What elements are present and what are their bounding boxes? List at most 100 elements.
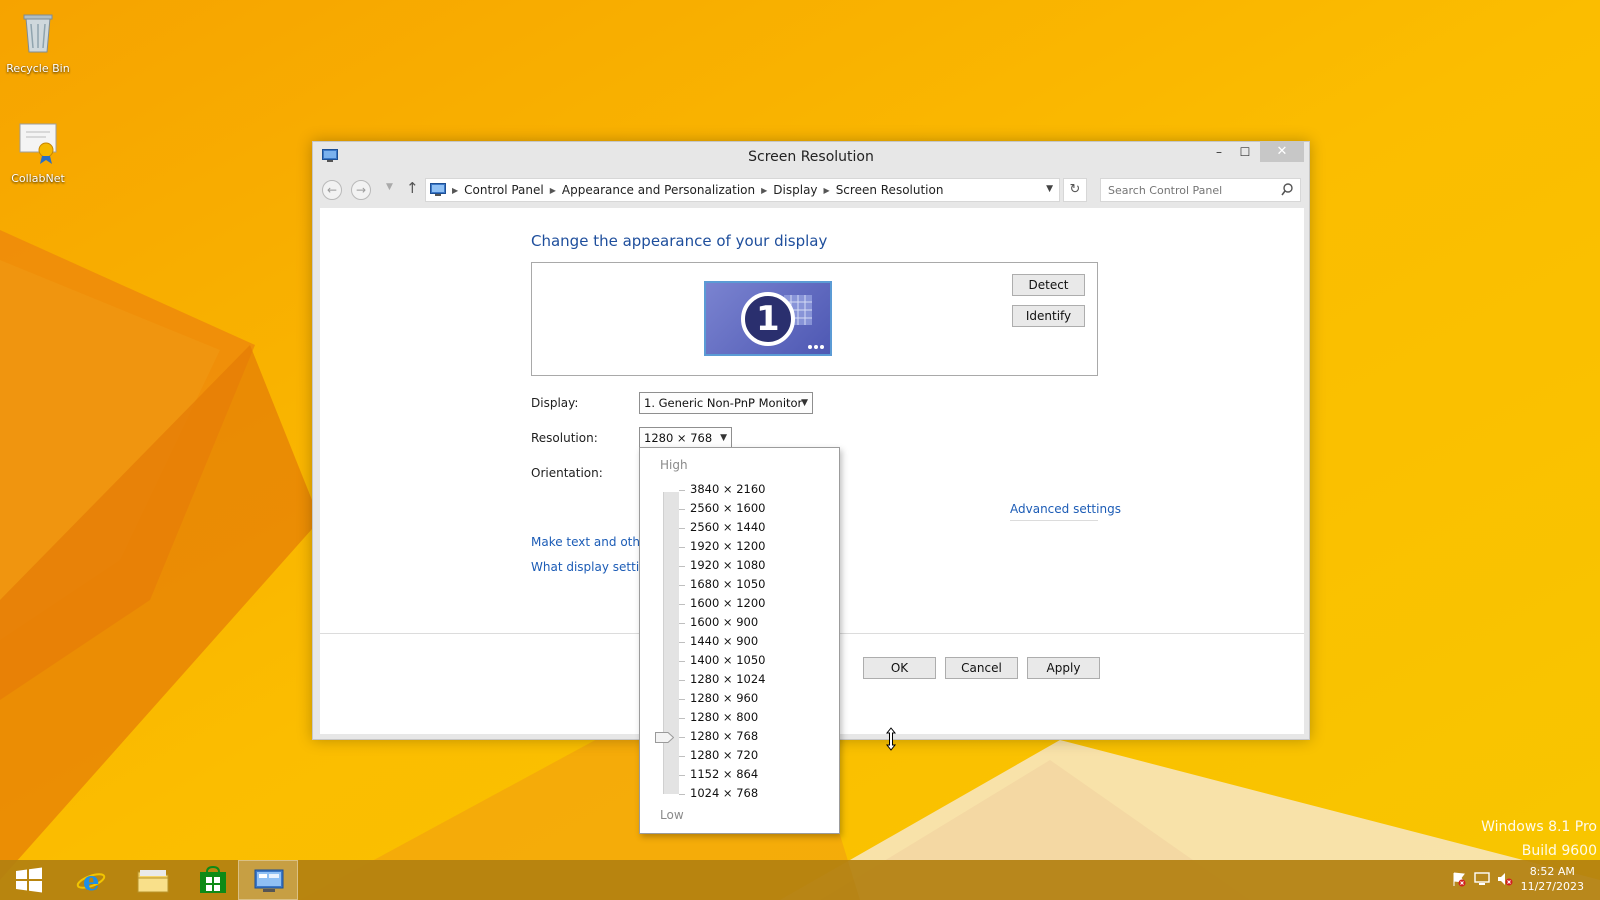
page-heading: Change the appearance of your display (531, 232, 828, 250)
recent-pages-button[interactable]: ▼ (386, 182, 393, 192)
taskbar-clock[interactable]: 8:52 AM 11/27/2023 (1521, 864, 1584, 894)
breadcrumb-screen-resolution[interactable]: Screen Resolution (836, 183, 944, 197)
refresh-button[interactable]: ↻ (1063, 178, 1087, 202)
recycle-bin-icon (23, 14, 53, 53)
breadcrumb-separator-icon[interactable]: ▶ (550, 186, 556, 195)
refresh-icon: ↻ (1069, 182, 1081, 197)
slider-tick (679, 718, 685, 719)
resolution-option[interactable]: 2560 × 1440 (690, 520, 765, 534)
certificate-icon (19, 123, 57, 164)
text-size-link[interactable]: Make text and other (531, 535, 652, 549)
breadcrumb-separator-icon: ▶ (452, 185, 459, 195)
internet-explorer-icon: e (76, 867, 106, 894)
resolution-option[interactable]: 2560 × 1600 (690, 501, 765, 515)
minimize-button[interactable]: – (1206, 142, 1232, 162)
watermark-edition: Windows 8.1 Pro (1481, 819, 1597, 835)
resolution-option[interactable]: 3840 × 2160 (690, 482, 765, 496)
maximize-button[interactable]: ☐ (1232, 142, 1258, 162)
resolution-select-value: 1280 × 768 (644, 431, 713, 445)
dropdown-high-label: High (660, 458, 688, 472)
breadcrumb-separator-icon[interactable]: ▶ (824, 186, 830, 195)
divider (1010, 520, 1098, 521)
resolution-option[interactable]: 1280 × 1024 (690, 672, 765, 686)
slider-tick (679, 566, 685, 567)
start-button[interactable] (0, 860, 60, 900)
up-button[interactable]: ↑ (406, 179, 419, 197)
search-icon[interactable] (1281, 183, 1293, 197)
resolution-option[interactable]: 1152 × 864 (690, 767, 758, 781)
resize-cursor-icon (885, 727, 897, 751)
breadcrumb-display[interactable]: Display (773, 183, 817, 197)
slider-tick (679, 756, 685, 757)
arrow-up-icon: ↑ (406, 179, 419, 197)
slider-tick (679, 794, 685, 795)
slider-tick (679, 604, 685, 605)
slider-tick (679, 623, 685, 624)
resolution-option[interactable]: 1400 × 1050 (690, 653, 765, 667)
search-box[interactable] (1100, 178, 1301, 202)
chevron-down-icon: ▼ (720, 433, 727, 443)
resolution-slider-track[interactable] (663, 492, 679, 794)
cancel-button[interactable]: Cancel (945, 657, 1018, 679)
store-bag-icon (200, 866, 226, 893)
forward-button[interactable]: → (351, 180, 371, 200)
desktop-icon-label: Recycle Bin (6, 62, 70, 75)
slider-tick (679, 509, 685, 510)
resolution-option[interactable]: 1920 × 1080 (690, 558, 765, 572)
desktop-icon-recycle-bin[interactable]: Recycle Bin (0, 8, 76, 75)
control-panel-icon (430, 183, 446, 196)
resolution-select[interactable]: 1280 × 768 ▼ (639, 427, 732, 449)
monitor-1-tile[interactable]: 1 (704, 281, 832, 356)
resolution-option[interactable]: 1280 × 800 (690, 710, 758, 724)
resolution-option[interactable]: 1920 × 1200 (690, 539, 765, 553)
advanced-settings-link[interactable]: Advanced settings (1010, 502, 1121, 516)
resolution-option[interactable]: 1600 × 900 (690, 615, 758, 629)
display-select[interactable]: 1. Generic Non-PnP Monitor ▼ (639, 392, 813, 414)
breadcrumb-separator-icon[interactable]: ▶ (761, 186, 767, 195)
resolution-option[interactable]: 1280 × 960 (690, 691, 758, 705)
back-button[interactable]: ← (322, 180, 342, 200)
resolution-option-selected[interactable]: 1280 × 768 (690, 729, 758, 743)
slider-tick (679, 737, 685, 738)
resolution-slider-thumb[interactable] (655, 732, 674, 743)
desktop-icon-collabnet[interactable]: CollabNet (0, 118, 76, 185)
slider-tick (679, 490, 685, 491)
slider-tick (679, 528, 685, 529)
resolution-option[interactable]: 1024 × 768 (690, 786, 758, 800)
monitor-number: 1 (756, 299, 780, 339)
breadcrumb-appearance[interactable]: Appearance and Personalization (562, 183, 755, 197)
orientation-label: Orientation: (531, 466, 603, 480)
identify-button[interactable]: Identify (1012, 305, 1085, 327)
taskbar-store[interactable] (183, 860, 243, 900)
slider-tick (679, 680, 685, 681)
dropdown-low-label: Low (660, 808, 684, 822)
windows-logo-icon (16, 867, 42, 893)
taskbar-internet-explorer[interactable]: e (61, 860, 121, 900)
taskbar-control-panel[interactable] (238, 860, 298, 900)
network-icon[interactable] (1474, 871, 1490, 887)
ok-button[interactable]: OK (863, 657, 936, 679)
resolution-option[interactable]: 1280 × 720 (690, 748, 758, 762)
title-bar[interactable]: Screen Resolution – ☐ ✕ (313, 142, 1309, 172)
close-button[interactable]: ✕ (1260, 142, 1304, 162)
chevron-down-icon[interactable]: ▼ (1046, 184, 1053, 194)
svg-text:e: e (83, 867, 100, 894)
display-settings-link[interactable]: What display setting (531, 560, 654, 574)
action-center-flag-icon[interactable] (1451, 871, 1467, 887)
breadcrumb-control-panel[interactable]: Control Panel (464, 183, 544, 197)
resolution-option[interactable]: 1680 × 1050 (690, 577, 765, 591)
search-input[interactable] (1101, 179, 1271, 201)
taskbar: e (0, 860, 1600, 900)
volume-muted-icon[interactable] (1497, 871, 1513, 887)
resolution-option[interactable]: 1600 × 1200 (690, 596, 765, 610)
apply-button[interactable]: Apply (1027, 657, 1100, 679)
breadcrumb[interactable]: ▶ Control Panel ▶ Appearance and Persona… (425, 178, 1060, 202)
clock-time: 8:52 AM (1529, 865, 1575, 878)
display-label: Display: (531, 396, 579, 410)
taskbar-file-explorer[interactable] (122, 860, 182, 900)
resolution-option[interactable]: 1440 × 900 (690, 634, 758, 648)
detect-button[interactable]: Detect (1012, 274, 1085, 296)
chevron-down-icon: ▼ (801, 398, 808, 408)
slider-tick (679, 547, 685, 548)
resolution-dropdown[interactable]: High 3840 × 2160 2560 × 1600 2560 × 1440… (639, 447, 840, 834)
